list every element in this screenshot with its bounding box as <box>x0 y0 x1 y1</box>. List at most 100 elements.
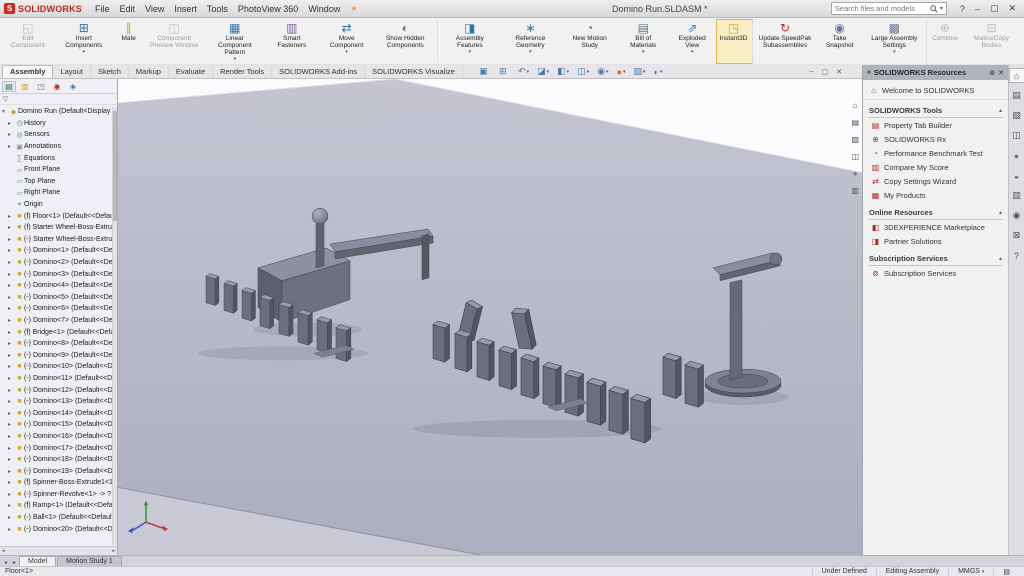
tree-item[interactable]: ▸ ■ (-) Domino<13> (Default<<De... <box>0 396 117 408</box>
tree-item[interactable]: ▸ ■ (-) Domino<18> (Default<<De... <box>0 454 117 466</box>
task-pane-tab[interactable]: ◒ <box>1010 169 1024 182</box>
tree-item[interactable]: ▸ ■ (-) Domino<11> (Default<<De... <box>0 373 117 385</box>
expand-arrow-icon[interactable]: ▸ <box>8 317 15 324</box>
manager-tab[interactable]: ◳ <box>35 82 47 91</box>
ribbon-button[interactable]: ⇄ Move Component ▾ <box>318 19 374 64</box>
ribbon-button[interactable]: ▤ Bill of Materials ▾ <box>618 19 668 64</box>
tree-item[interactable]: ▸ ◎ Sensors <box>0 129 117 141</box>
task-pane-link[interactable]: ◨ Partner Solutions <box>868 234 1003 248</box>
scroll-left-icon[interactable]: ◂ <box>2 548 5 554</box>
task-pane-link[interactable]: ◧ 3DEXPERIENCE Marketplace <box>868 220 1003 234</box>
manager-tab[interactable]: ◈ <box>67 82 79 91</box>
doc-minimize-button[interactable]: – <box>810 68 814 76</box>
viewport-3d-scene[interactable] <box>118 79 862 555</box>
units-selector[interactable]: MMGS ▾ <box>948 568 993 575</box>
tree-item[interactable]: ▸ ■ (-) Domino<12> (Default<<De... <box>0 384 117 396</box>
heads-up-tool[interactable]: ↶ ▾ <box>518 66 529 77</box>
tree-item[interactable]: ▱ Front Plane <box>0 164 117 176</box>
tree-item[interactable]: ▸ ■ (-) Domino<15> (Default<<De... <box>0 419 117 431</box>
task-pane-tab[interactable]: ⌂ <box>1010 69 1024 82</box>
manager-tab[interactable]: ▤ <box>3 82 15 91</box>
menu-item[interactable]: PhotoView 360 <box>233 4 303 14</box>
tree-item[interactable]: ▸ ■ (-) Domino<4> (Default<<Def... <box>0 280 117 292</box>
expand-arrow-icon[interactable]: ▸ <box>8 143 15 150</box>
tree-item[interactable]: ▸ ■ (-) Domino<17> (Default<<De... <box>0 442 117 454</box>
task-pane-tab[interactable]: ▤ <box>1010 89 1024 102</box>
scrollbar-thumb[interactable] <box>113 111 117 221</box>
tree-item[interactable]: ▸ ◷ History <box>0 118 117 130</box>
help-button[interactable]: ? <box>960 4 965 14</box>
ribbon-button[interactable]: ◉ Take Snapshot ▾ <box>815 19 864 64</box>
expand-arrow-icon[interactable]: ▸ <box>8 120 15 127</box>
heads-up-tool[interactable]: ⊞ ▾ <box>499 66 510 77</box>
task-pane-tab[interactable]: ▧ <box>1010 109 1024 122</box>
tab-scroll-left-icon[interactable]: ◂ <box>1 559 10 566</box>
expand-arrow-icon[interactable]: ▸ <box>8 387 15 394</box>
command-tab[interactable]: Layout <box>53 66 91 78</box>
tree-vertical-scrollbar[interactable] <box>112 107 117 545</box>
menu-item[interactable]: Edit <box>115 4 141 14</box>
command-tab[interactable]: Markup <box>129 66 169 78</box>
viewport-edge-tool[interactable]: ▤ <box>851 118 859 127</box>
expand-arrow-icon[interactable]: ▸ <box>8 456 15 463</box>
tree-item[interactable]: ▾ ◆ Domino Run (Default<Display Stat... <box>0 106 117 118</box>
expand-arrow-icon[interactable]: ▸ <box>8 294 15 301</box>
ribbon-button[interactable]: ◱ Edit Component ▾ <box>2 19 54 64</box>
ribbon-button[interactable]: ▦ Linear Component Pattern ▾ <box>204 19 265 64</box>
viewport-edge-tool[interactable]: ⌂ <box>853 101 858 110</box>
expand-arrow-icon[interactable]: ▸ <box>8 271 15 278</box>
viewport-edge-tool[interactable]: ▧ <box>851 135 859 144</box>
tree-item[interactable]: ▱ Right Plane <box>0 187 117 199</box>
ribbon-button[interactable]: ◳ Instant3D ▾ <box>716 19 752 64</box>
task-pane-tab[interactable]: ⊠ <box>1010 229 1024 242</box>
task-pane-tab[interactable]: ▥ <box>1010 189 1024 202</box>
filter-icon[interactable]: ▽ <box>3 95 8 103</box>
menu-item[interactable]: Insert <box>169 4 202 14</box>
tab-scroll-right-icon[interactable]: ▸ <box>10 559 19 566</box>
heads-up-tool[interactable]: ◫ ▾ <box>577 66 589 77</box>
task-pane-link[interactable]: ⇄ Copy Settings Wizard <box>868 174 1003 188</box>
expand-arrow-icon[interactable]: ▸ <box>8 282 15 289</box>
heads-up-tool[interactable]: ◪ ▾ <box>537 66 549 77</box>
tree-item[interactable]: ∑ Equations <box>0 152 117 164</box>
command-tab[interactable]: Sketch <box>91 66 129 78</box>
tree-item[interactable]: ▸ ■ (f) Spinner-Boss-Extrude1<1>... <box>0 477 117 489</box>
tree-item[interactable]: ▸ ■ (-) Domino<2> (Default<<Def... <box>0 257 117 269</box>
expand-arrow-icon[interactable]: ▸ <box>8 468 15 475</box>
minimize-button[interactable]: – <box>975 4 980 14</box>
ribbon-button[interactable]: ⊕ Combine ▾ <box>929 19 962 64</box>
heads-up-tool[interactable]: ● ▾ <box>617 67 626 77</box>
tree-item[interactable]: ▸ ■ (f) Ramp<1> (Default<<Defau... <box>0 500 117 512</box>
expand-arrow-icon[interactable]: ▸ <box>8 375 15 382</box>
tree-item[interactable]: ▸ ■ (-) Domino<7> (Default<<Def... <box>0 315 117 327</box>
graphics-area[interactable]: ⌂▤▧◫●▥ <box>118 79 862 555</box>
menu-item[interactable]: View <box>140 4 169 14</box>
tree-item[interactable]: ▸ ■ (f) Starter Wheel-Boss-Extrude... <box>0 222 117 234</box>
tree-item[interactable]: ▸ ■ (-) Domino<16> (Default<<De... <box>0 431 117 443</box>
tree-item[interactable]: ▸ ■ (-) Domino<9> (Default<<Def... <box>0 349 117 361</box>
chevron-up-icon[interactable]: ▴ <box>999 255 1002 262</box>
command-tab[interactable]: Evaluate <box>169 66 213 78</box>
expand-arrow-icon[interactable]: ▸ <box>8 259 15 266</box>
menu-item[interactable]: Window <box>303 4 345 14</box>
tree-item[interactable]: ▸ ■ (-) Domino<1> (Default<<Def... <box>0 245 117 257</box>
maximize-button[interactable]: ▢ <box>990 3 999 14</box>
expand-arrow-icon[interactable]: ▸ <box>8 479 15 486</box>
section-header[interactable]: Subscription Services ▴ <box>868 252 1003 266</box>
expand-arrow-icon[interactable]: ▸ <box>8 340 15 347</box>
task-pane-link[interactable]: ▤ Property Tab Builder <box>868 118 1003 132</box>
ribbon-button[interactable]: ∥ Mate ▾ <box>114 19 144 64</box>
menu-item[interactable]: Tools <box>202 4 233 14</box>
ribbon-button[interactable]: ⇗ Exploded View ▾ <box>668 19 716 64</box>
expand-arrow-icon[interactable]: ▸ <box>8 131 15 138</box>
search-input[interactable] <box>835 4 928 13</box>
status-options-icon[interactable]: ▤ <box>993 568 1019 576</box>
command-tab[interactable]: SOLIDWORKS Add-ins <box>272 66 365 78</box>
heads-up-tool[interactable]: ◐ ▾ <box>654 67 663 77</box>
ribbon-button[interactable]: ▩ Large Assembly Settings ▾ <box>864 19 927 64</box>
expand-arrow-icon[interactable]: ▸ <box>8 514 15 521</box>
ribbon-button[interactable]: ▥ Smart Fasteners ▾ <box>265 19 318 64</box>
expand-arrow-icon[interactable]: ▸ <box>8 236 15 243</box>
expand-arrow-icon[interactable]: ▸ <box>8 421 15 428</box>
favorites-icon[interactable]: ★ <box>350 4 357 13</box>
